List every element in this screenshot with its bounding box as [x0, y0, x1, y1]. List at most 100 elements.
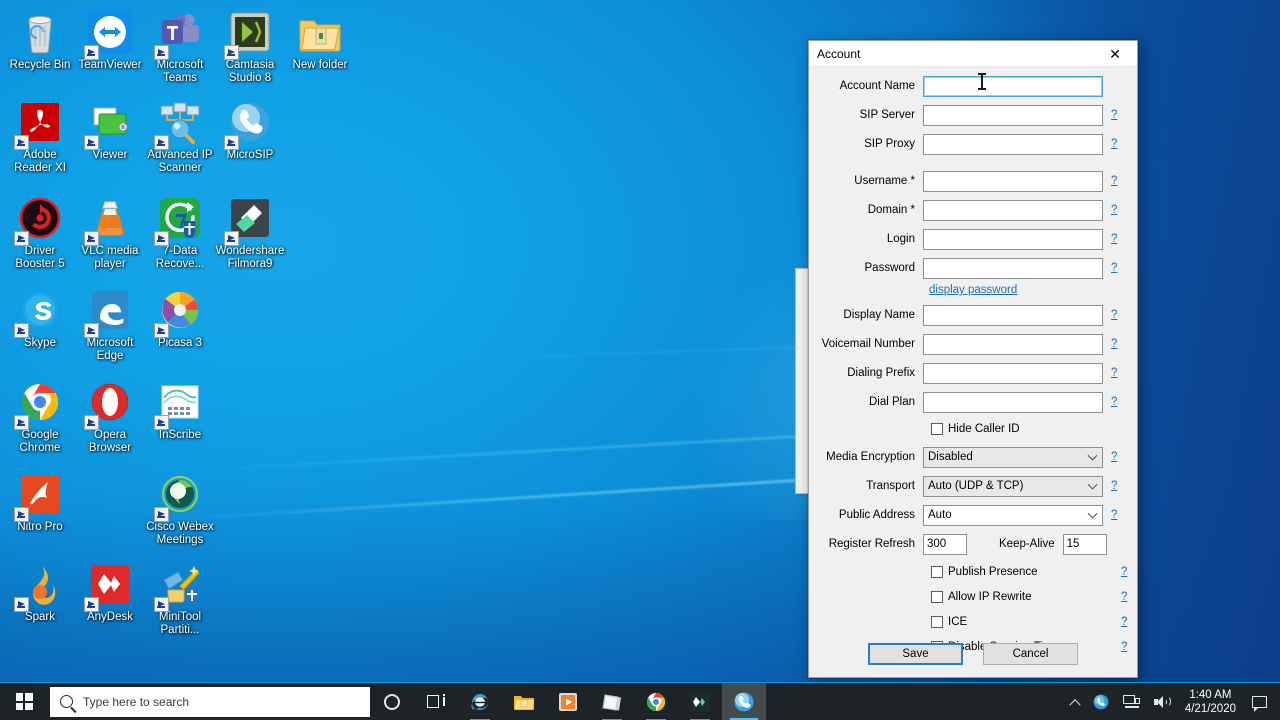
desktop-icon-picasa[interactable]: Picasa 3 [144, 286, 216, 350]
desktop-icon-inscribe[interactable]: InScribe [144, 378, 216, 442]
media-encryption-select[interactable]: Disabled [923, 446, 1103, 468]
dial-plan-input[interactable] [923, 391, 1103, 413]
desktop-icon-adobe-reader[interactable]: Adobe Reader XI [4, 98, 76, 174]
sip-server-input[interactable] [923, 104, 1103, 126]
ice-checkbox[interactable] [931, 616, 943, 628]
task-view-button[interactable] [414, 683, 458, 720]
desktop-icon-skype[interactable]: Skype [4, 286, 76, 350]
desktop-icon-camtasia-studio[interactable]: Camtasia Studio 8 [214, 8, 286, 84]
microsip-button[interactable] [722, 682, 766, 720]
login-input[interactable] [923, 228, 1103, 250]
help-link[interactable]: ? [1111, 338, 1119, 350]
shortcut-overlay-icon [224, 135, 239, 150]
network-status-icon[interactable] [1116, 683, 1147, 720]
register-refresh-label: Register Refresh [828, 538, 915, 550]
hide-caller-id-row: Hide Caller ID [809, 420, 1137, 438]
desktop-icon-filmora[interactable]: Wondershare Filmora9 [214, 194, 286, 270]
desktop-icon-microsip[interactable]: MicroSIP [214, 98, 286, 162]
desktop-icon-viewer[interactable]: Viewer [74, 98, 146, 162]
help-link[interactable]: ? [1111, 509, 1119, 521]
help-link[interactable]: ? [1111, 367, 1119, 379]
help-link[interactable]: ? [1111, 480, 1119, 492]
desktop-icon-opera-browser[interactable]: Opera Browser [74, 378, 146, 454]
help-link[interactable]: ? [1121, 616, 1129, 628]
hide-caller-id-checkbox[interactable] [931, 423, 943, 435]
help-link[interactable]: ? [1111, 109, 1119, 121]
display-name-input[interactable] [923, 304, 1103, 326]
tray-microsip-icon[interactable] [1086, 683, 1116, 720]
desktop-icon-label: Microsoft Edge [86, 337, 134, 362]
help-link[interactable]: ? [1111, 451, 1119, 463]
desktop-icon-recycle-bin[interactable]: Recycle Bin [4, 8, 76, 72]
dialog-titlebar[interactable]: Account ✕ [809, 41, 1137, 67]
show-hidden-icons-button[interactable] [1064, 683, 1086, 720]
register-refresh-input[interactable] [923, 533, 967, 555]
transport-select[interactable]: Auto (UDP & TCP) [923, 475, 1103, 497]
desktop-icon-minitool-partition[interactable]: MiniTool Partiti... [144, 560, 216, 636]
desktop-icon-anydesk[interactable]: AnyDesk [74, 560, 146, 624]
help-link[interactable]: ? [1121, 591, 1129, 603]
google-chrome-button[interactable] [634, 683, 678, 720]
close-icon[interactable]: ✕ [1093, 41, 1137, 67]
voicemail-number-input[interactable] [923, 333, 1103, 355]
desktop-icon-advanced-ip-scanner[interactable]: Advanced IP Scanner [144, 98, 216, 174]
volume-button[interactable] [1147, 683, 1177, 720]
allow-ip-rewrite-checkbox[interactable] [931, 591, 943, 603]
desktop-icon-spark[interactable]: Spark [4, 560, 76, 624]
action-center-button[interactable] [1244, 683, 1274, 720]
desktop-icon-microsoft-edge[interactable]: Microsoft Edge [74, 286, 146, 362]
password-input[interactable] [923, 257, 1103, 279]
desktop-icon-google-chrome[interactable]: Google Chrome [4, 378, 76, 454]
help-link[interactable]: ? [1121, 566, 1129, 578]
field-label: Dial Plan [868, 396, 915, 408]
desktop-icon-vlc-media-player[interactable]: VLC media player [74, 194, 146, 270]
shortcut-overlay-icon [84, 231, 99, 246]
field-row-dial-plan: Dial Plan? [809, 391, 1137, 413]
desktop-icon-cisco-webex[interactable]: Cisco Webex Meetings [144, 470, 216, 546]
desktop-icon-teamviewer[interactable]: TeamViewer [74, 8, 146, 72]
help-link[interactable]: ? [1111, 204, 1119, 216]
cortana-icon [384, 693, 400, 710]
desktop-icon-microsoft-teams[interactable]: Microsoft Teams [144, 8, 216, 84]
shortcut-overlay-icon [154, 415, 169, 430]
display-password-link[interactable]: display password [929, 284, 1017, 296]
spark-icon [14, 566, 64, 612]
media-player-button[interactable] [546, 683, 590, 720]
domain-input[interactable] [923, 199, 1103, 221]
help-link[interactable]: ? [1111, 309, 1119, 321]
cancel-button[interactable]: Cancel [983, 643, 1078, 665]
account-name-input[interactable] [923, 75, 1103, 97]
cortana-button[interactable] [370, 683, 414, 720]
internet-explorer-button[interactable] [458, 683, 502, 720]
vlc-media-player-icon [84, 201, 134, 246]
select-row-transport: Transport Auto (UDP & TCP)? [809, 475, 1137, 497]
microsip-icon [224, 103, 274, 150]
help-link[interactable]: ? [1111, 138, 1119, 150]
anydesk-button[interactable] [678, 683, 722, 720]
desktop-icon-driver-booster[interactable]: Driver Booster 5 [4, 194, 76, 270]
start-button[interactable] [0, 683, 48, 720]
help-link[interactable]: ? [1111, 396, 1119, 408]
checkbox-row-allow-ip-rewrite: Allow IP Rewrite? [809, 588, 1137, 606]
sticky-notes-button[interactable] [590, 683, 634, 720]
desktop-icon-nitro-pro[interactable]: Nitro Pro [4, 470, 76, 534]
checkbox-row-ice: ICE? [809, 613, 1137, 631]
help-link[interactable]: ? [1111, 262, 1119, 274]
public-address-select[interactable]: Auto [923, 504, 1103, 526]
publish-presence-checkbox[interactable] [931, 566, 943, 578]
microsoft-edge-icon [84, 291, 134, 338]
file-explorer-button[interactable] [502, 683, 546, 720]
help-link[interactable]: ? [1111, 175, 1119, 187]
clock[interactable]: 1:40 AM 4/21/2020 [1177, 683, 1244, 720]
keep-alive-input[interactable] [1062, 533, 1107, 555]
desktop-icon-seven-data-recovery[interactable]: 7-Data Recove... [144, 194, 216, 270]
help-link[interactable]: ? [1111, 233, 1119, 245]
desktop-icon-folder[interactable]: New folder [284, 8, 356, 72]
field-row-username: Username *? [809, 170, 1137, 192]
save-button[interactable]: Save [868, 643, 963, 665]
sip-proxy-input[interactable] [923, 133, 1103, 155]
chevron-down-icon [1087, 479, 1098, 490]
username-input[interactable] [923, 170, 1103, 192]
dialing-prefix-input[interactable] [923, 362, 1103, 384]
search-input[interactable]: Type here to search [50, 686, 370, 717]
